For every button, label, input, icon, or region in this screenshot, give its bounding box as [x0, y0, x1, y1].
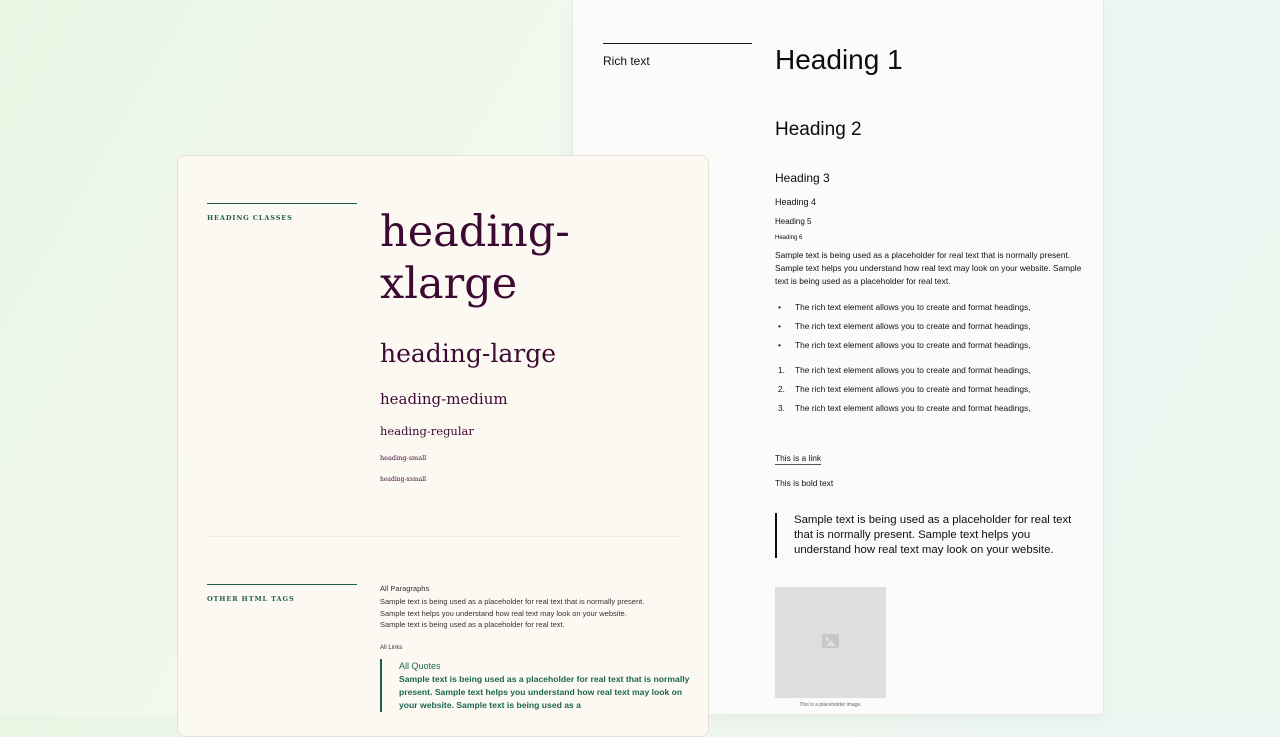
section-divider-line [207, 203, 357, 204]
heading-2: Heading 2 [775, 119, 862, 140]
section-separator [207, 536, 679, 537]
bullet-list: • The rich text element allows you to cre… [775, 301, 1031, 359]
block-quote: Sample text is being used as a placehold… [775, 513, 1084, 558]
list-item-text: The rich text element allows you to crea… [795, 302, 1031, 312]
bullet-marker: • [778, 302, 781, 312]
placeholder-image [775, 587, 886, 698]
list-item-text: The rich text element allows you to crea… [795, 321, 1031, 332]
list-item: • The rich text element allows you to cre… [775, 339, 1031, 358]
all-paragraphs-title: All Paragraphs [380, 584, 430, 593]
section-divider-line [603, 43, 752, 44]
list-item-text: The rich text element allows you to crea… [795, 403, 1031, 414]
list-item: 1. The rich text element allows you to cr… [775, 364, 1031, 383]
sample-link[interactable]: This is a link [775, 453, 822, 465]
heading-classes-panel: HEADING CLASSES heading-xlarge heading-l… [177, 155, 709, 737]
list-item: • The rich text element allows you to cre… [775, 301, 1031, 320]
all-quotes-title: All Quotes [399, 661, 441, 671]
all-links-title: All Links [380, 645, 403, 651]
heading-large-sample: heading-large [380, 339, 557, 368]
heading-6: Heading 6 [775, 235, 803, 241]
sample-paragraph: Sample text is being used as a placehold… [775, 250, 1082, 286]
heading-xsmall-sample: heading-xsmall [380, 476, 427, 483]
list-item-text: The rich text element allows you to crea… [795, 384, 1031, 395]
all-paragraphs-text: Sample text is being used as a placehold… [380, 597, 645, 629]
list-number: 1. [778, 365, 785, 375]
image-caption: This is a placeholder image. [799, 702, 862, 708]
rich-text-label: Rich text [603, 54, 650, 68]
heading-3: Heading 3 [775, 171, 830, 185]
list-item: 2. The rich text element allows you to cr… [775, 383, 1031, 402]
heading-regular-sample: heading-regular [380, 424, 474, 438]
heading-xlarge-sample: heading-xlarge [380, 207, 570, 309]
heading-1: Heading 1 [775, 44, 903, 75]
heading-small-sample: heading-small [380, 454, 427, 462]
list-item-text: The rich text element allows you to crea… [795, 340, 1031, 351]
bold-text: This is bold text [775, 478, 834, 488]
heading-medium-sample: heading-medium [380, 390, 508, 408]
list-item: • The rich text element allows you to cre… [775, 320, 1031, 339]
bullet-marker: • [778, 321, 781, 332]
all-quotes-block: All Quotes Sample text is being used as … [380, 659, 699, 712]
image-icon [822, 634, 839, 648]
bullet-marker: • [778, 340, 781, 351]
list-item: 3. The rich text element allows you to cr… [775, 402, 1031, 421]
numbered-list: 1. The rich text element allows you to cr… [775, 364, 1031, 422]
section-divider-line [207, 584, 357, 585]
heading-5: Heading 5 [775, 217, 812, 226]
list-item-text: The rich text element allows you to crea… [795, 365, 1031, 375]
list-number: 2. [778, 384, 785, 395]
list-number: 3. [778, 403, 785, 414]
other-html-tags-label: OTHER HTML TAGS [207, 595, 295, 603]
heading-4: Heading 4 [775, 197, 817, 207]
heading-classes-label: HEADING CLASSES [207, 214, 293, 222]
all-quotes-text: Sample text is being used as a placehold… [399, 674, 690, 710]
